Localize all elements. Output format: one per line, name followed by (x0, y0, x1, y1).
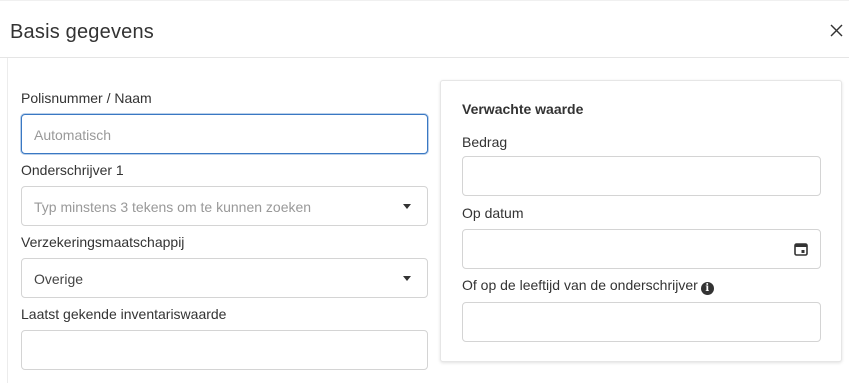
age-label: Of op de leeftijd van de onderschrijver (462, 277, 698, 293)
policy-placeholder: Automatisch (34, 127, 112, 143)
amount-input[interactable] (462, 156, 821, 196)
insured-select[interactable]: Typ minstens 3 tekens om te kunnen zoeke… (21, 186, 428, 226)
insurer-select[interactable]: Overige (21, 258, 428, 298)
close-button[interactable] (826, 18, 848, 42)
modal-header: Basis gegevens (0, 0, 849, 58)
insurer-selected-value: Overige (34, 271, 84, 287)
inventory-input[interactable] (21, 330, 428, 370)
modal-title: Basis gegevens (10, 21, 155, 43)
insurer-label: Verzekeringsmaatschappij (21, 234, 185, 250)
close-icon (830, 24, 843, 37)
insured-placeholder: Typ minstens 3 tekens om te kunnen zoeke… (34, 199, 312, 215)
info-icon[interactable]: i (700, 282, 714, 295)
amount-label: Bedrag (462, 134, 508, 150)
panel-title: Verwachte waarde (462, 101, 584, 117)
date-input[interactable] (462, 229, 821, 269)
policy-label: Polisnummer / Naam (21, 90, 152, 106)
age-label-wrap: Of op de leeftijd van de onderschrijver i (462, 277, 714, 295)
insured-label: Onderschrijver 1 (21, 162, 124, 178)
expected-value-panel: Verwachte waarde Bedrag Op datum Of op d… (440, 80, 842, 362)
date-label: Op datum (462, 205, 524, 221)
inventory-label: Laatst gekende inventariswaarde (21, 306, 227, 322)
chevron-down-icon (403, 204, 411, 209)
calendar-icon[interactable] (794, 242, 808, 256)
left-edge-divider (7, 58, 8, 383)
basis-gegevens-modal: Basis gegevens Polisnummer / Naam Automa… (0, 0, 849, 383)
age-input[interactable] (462, 302, 821, 342)
chevron-down-icon (403, 276, 411, 281)
policy-input[interactable]: Automatisch (21, 114, 428, 154)
